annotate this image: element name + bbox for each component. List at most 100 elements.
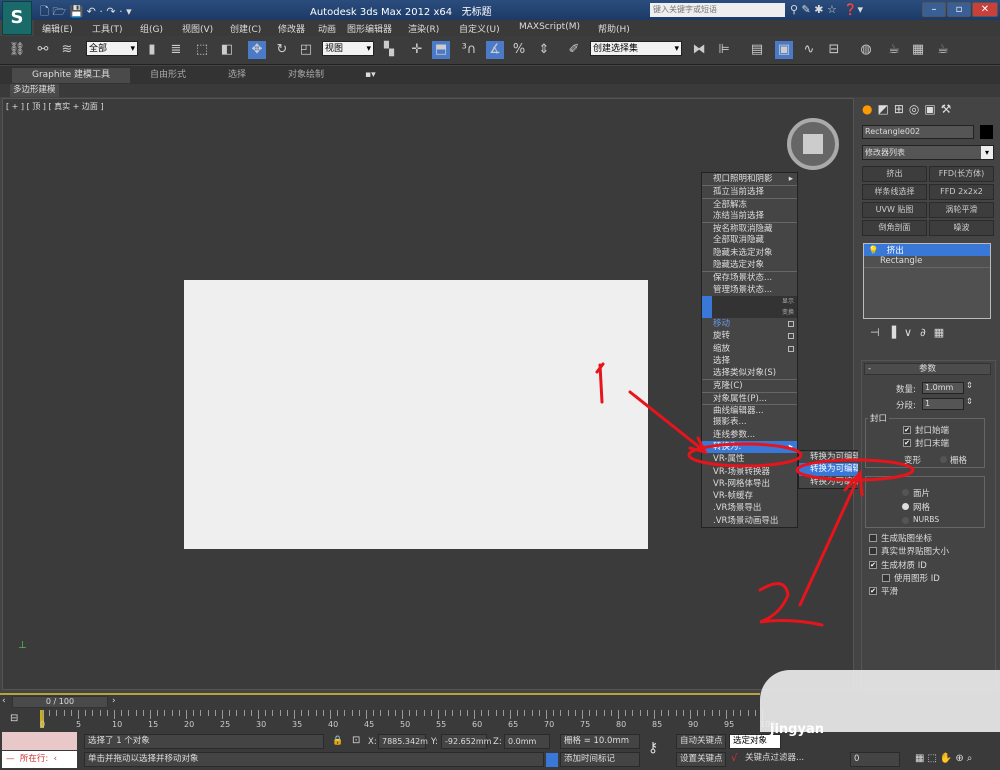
current-frame-field[interactable]: 0 <box>850 752 900 767</box>
maxscript-listener[interactable] <box>2 732 77 750</box>
gen-mat-id-checkbox[interactable]: ✔ <box>869 561 877 569</box>
amount-spinner[interactable]: ⇕ <box>966 381 973 391</box>
menu-item[interactable]: 隐藏选定对象 <box>702 259 797 271</box>
menu-item[interactable]: 动画 <box>318 22 336 35</box>
stack-tools[interactable]: ⊣▐∨∂▦ <box>870 326 952 339</box>
ribbon-options-icon[interactable]: ▪▾ <box>365 68 376 83</box>
menu-item[interactable]: 冻结当前选择 <box>702 210 797 222</box>
auto-key-button[interactable]: 自动关键点 <box>676 734 726 749</box>
bind-space-warp-icon[interactable]: ≋ <box>58 41 76 59</box>
segments-spinner[interactable]: ⇕ <box>966 397 973 407</box>
layer-manager-icon[interactable]: ▤ <box>748 41 766 59</box>
settings-box-icon[interactable] <box>788 345 794 352</box>
select-move-icon[interactable]: ✥ <box>248 41 266 59</box>
menu-item[interactable]: 克隆(C) <box>702 379 797 391</box>
add-time-tag[interactable]: 添加时间标记 <box>560 752 640 767</box>
tab-object-paint[interactable]: 对象绘制 <box>288 68 324 83</box>
selection-filter-dropdown[interactable]: 全部 ▾ <box>86 41 138 56</box>
spinner-snap-icon[interactable]: ⇕ <box>535 41 553 59</box>
real-world-checkbox[interactable] <box>869 547 877 555</box>
menu-item[interactable]: 缩放 <box>702 343 797 355</box>
time-tag-icon[interactable] <box>546 753 558 767</box>
modifier-stack[interactable]: 💡 挤出 Rectangle <box>863 243 991 319</box>
segments-field[interactable]: 1 <box>922 398 964 410</box>
menu-item[interactable]: 渲染(R) <box>408 22 439 35</box>
menu-item[interactable]: 选择 <box>702 355 797 367</box>
menu-item[interactable]: MAXScript(M) <box>519 22 580 32</box>
manipulate-icon[interactable]: ✛ <box>408 41 426 59</box>
stack-item-rectangle[interactable]: Rectangle <box>864 256 990 268</box>
window-crossing-icon[interactable]: ◧ <box>218 41 236 59</box>
next-frame-icon[interactable]: › <box>112 696 116 706</box>
pivot-icon[interactable]: ▚ <box>380 41 398 59</box>
menu-item[interactable]: 管理场景状态... <box>702 284 797 296</box>
object-color-swatch[interactable] <box>980 125 993 139</box>
angle-snap-icon[interactable]: ∡ <box>486 41 504 59</box>
ref-coord-dropdown[interactable]: 视图 ▾ <box>322 41 374 56</box>
use-shape-id-checkbox[interactable] <box>882 574 890 582</box>
menu-item[interactable]: 按名称取消隐藏 <box>702 222 797 234</box>
settings-box-icon[interactable] <box>788 333 794 340</box>
y-coord-field[interactable]: -92.652mm <box>441 734 491 749</box>
set-key-button[interactable]: 设置关键点 <box>676 752 726 767</box>
tab-selection[interactable]: 选择 <box>228 68 246 83</box>
link-icon[interactable]: ⛓ <box>8 41 26 59</box>
render-icon[interactable]: ☕ <box>934 41 952 59</box>
viewcube[interactable] <box>787 118 839 170</box>
parameters-rollout-header[interactable]: - 参数 <box>864 363 991 375</box>
snap-3d-icon[interactable]: ³∩ <box>460 41 478 59</box>
menu-item[interactable]: 摄影表... <box>702 416 797 428</box>
modifier-list-dropdown[interactable]: 修改器列表 ▾ <box>862 145 994 160</box>
menu-item[interactable]: VR-网格体导出 <box>702 478 797 490</box>
modifier-button[interactable]: 涡轮平滑 <box>929 202 994 218</box>
close-button[interactable]: ✕ <box>972 2 998 17</box>
viewport-nav-icons[interactable]: ▦⬚✋⊕⌕ <box>915 753 975 764</box>
align-icon[interactable]: ⊫ <box>715 41 733 59</box>
graphite-toggle-icon[interactable]: ▣ <box>775 41 793 59</box>
modifier-button[interactable]: 挤出 <box>862 166 927 182</box>
render-setup-icon[interactable]: ☕ <box>885 41 903 59</box>
menu-item[interactable]: 保存场景状态... <box>702 271 797 283</box>
menu-item[interactable]: .VR场景动画导出 <box>702 515 797 527</box>
prev-frame-icon[interactable]: ‹ <box>2 696 6 706</box>
menu-item[interactable]: 修改器 <box>278 22 305 35</box>
mini-listener[interactable]: — 所在行: ‹ <box>2 751 77 768</box>
tab-graphite[interactable]: Graphite 建模工具 <box>12 68 130 83</box>
select-by-name-icon[interactable]: ≣ <box>167 41 185 59</box>
amount-field[interactable]: 1.0mm <box>922 382 964 394</box>
modifier-button[interactable]: UVW 贴图 <box>862 202 927 218</box>
modifier-button[interactable]: 噪波 <box>929 220 994 236</box>
modifier-button[interactable]: 样条线选择 <box>862 184 927 200</box>
stack-item-extrude[interactable]: 💡 挤出 <box>864 244 990 256</box>
rect-selection-icon[interactable]: ⬚ <box>193 41 211 59</box>
edit-named-selection-icon[interactable]: ✐ <box>565 41 583 59</box>
time-slider-thumb[interactable]: 0 / 100 <box>12 696 108 708</box>
menu-item[interactable]: 移动 <box>702 318 797 330</box>
modifier-button[interactable]: 倒角剖面 <box>862 220 927 236</box>
menu-item[interactable]: 选择类似对象(S) <box>702 367 797 379</box>
menu-item[interactable]: 编辑(E) <box>42 22 73 35</box>
menu-item[interactable]: 全部解冻 <box>702 197 797 210</box>
mesh-radio[interactable] <box>902 503 909 510</box>
app-logo-button[interactable]: S <box>2 1 32 35</box>
menu-item[interactable]: 旋转 <box>702 330 797 342</box>
menu-item[interactable]: 组(G) <box>140 22 163 35</box>
menu-item[interactable]: 视图(V) <box>182 22 213 35</box>
menu-item[interactable]: 全部取消隐藏 <box>702 234 797 246</box>
menu-item[interactable]: 曲线编辑器... <box>702 404 797 416</box>
command-panel-tabs[interactable]: ●◩⊞◎▣⚒ <box>862 102 956 116</box>
x-coord-field[interactable]: 7885.342m <box>378 734 428 749</box>
schematic-view-icon[interactable]: ⊟ <box>825 41 843 59</box>
menu-item[interactable]: 帮助(H) <box>598 22 630 35</box>
material-editor-icon[interactable]: ◍ <box>857 41 875 59</box>
grid-radio[interactable] <box>940 456 947 463</box>
menu-item[interactable]: 视口照明和阴影 ▸ <box>702 173 797 185</box>
menu-item[interactable]: VR-场景转换器 <box>702 466 797 478</box>
menu-item[interactable]: 连线参数... <box>702 429 797 441</box>
menu-item[interactable]: 孤立当前选择 <box>702 185 797 197</box>
mirror-icon[interactable]: ⧓ <box>690 41 708 59</box>
tab-freeform[interactable]: 自由形式 <box>150 68 186 83</box>
viewport-label[interactable]: [ + ] [ 顶 ] [ 真实 + 边面 ] <box>6 101 104 112</box>
lock-icon[interactable]: 🔒 <box>332 736 343 746</box>
gen-map-checkbox[interactable] <box>869 534 877 542</box>
